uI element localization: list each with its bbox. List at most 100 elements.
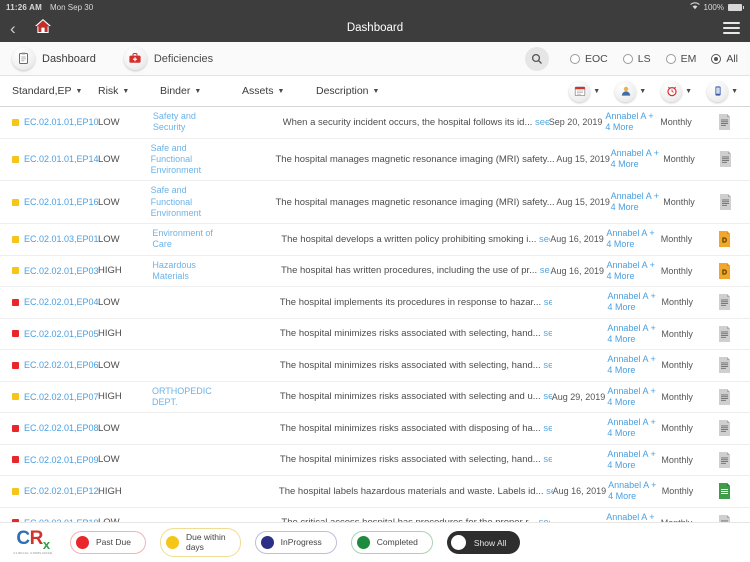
standard-ep-link[interactable]: EC.02.02.01,EP05 bbox=[24, 329, 99, 339]
show-all-toggle[interactable]: Show All bbox=[446, 531, 521, 554]
calendar-tool[interactable]: ▼ bbox=[569, 80, 600, 102]
standard-ep-link[interactable]: EC.02.02.01,EP19 bbox=[24, 518, 99, 522]
cell-document[interactable] bbox=[713, 147, 738, 171]
see-more-link[interactable]: see more bbox=[539, 517, 550, 522]
standard-ep-link[interactable]: EC.02.02.01,EP07 bbox=[24, 392, 99, 402]
cell-standard-ep[interactable]: EC.02.02.01,EP12 bbox=[12, 482, 99, 500]
tab-dashboard[interactable]: Dashboard bbox=[12, 47, 96, 70]
person-tool[interactable]: ▼ bbox=[615, 80, 646, 102]
legend-completed[interactable]: Completed bbox=[350, 531, 433, 554]
cell-document[interactable] bbox=[712, 322, 738, 346]
cell-assignees[interactable]: Annabel A + 4 More bbox=[608, 287, 662, 318]
cell-assignees[interactable]: Annabel A + 4 More bbox=[606, 224, 660, 255]
table-row[interactable]: EC.02.02.01,EP09 LOW The hospital minimize… bbox=[0, 445, 750, 476]
see-more-link[interactable]: see more bbox=[535, 117, 549, 128]
cell-document[interactable] bbox=[713, 190, 738, 214]
see-more-link[interactable]: see more bbox=[540, 265, 551, 276]
cell-binder[interactable] bbox=[152, 487, 224, 495]
alarm-tool[interactable]: ▼ bbox=[661, 80, 692, 102]
column-standard-ep[interactable]: Standard,EP ▼ bbox=[12, 85, 98, 97]
see-more-link[interactable]: see more bbox=[543, 454, 551, 465]
column-binder[interactable]: Binder ▼ bbox=[160, 85, 242, 97]
standard-ep-link[interactable]: EC.02.02.01,EP03 bbox=[24, 266, 99, 276]
cell-binder[interactable]: ORTHOPEDIC DEPT. bbox=[152, 382, 224, 413]
see-more-link[interactable]: see more bbox=[543, 423, 551, 434]
tab-deficiencies[interactable]: Deficiencies bbox=[123, 47, 213, 70]
table-row[interactable]: EC.02.02.01,EP04 LOW The hospital implemen… bbox=[0, 287, 750, 319]
column-description[interactable]: Description ▼ bbox=[316, 85, 436, 97]
cell-document[interactable] bbox=[711, 110, 738, 134]
standard-ep-link[interactable]: EC.02.01.01,EP14 bbox=[24, 154, 99, 164]
cell-assignees[interactable]: Annabel A + 4 More bbox=[611, 144, 664, 175]
back-button[interactable]: ‹ bbox=[10, 20, 24, 37]
cell-assignees[interactable]: Annabel A + 4 More bbox=[607, 256, 661, 287]
radio-ls[interactable]: LS bbox=[622, 53, 651, 65]
cell-binder[interactable]: Safe and Functional Environment bbox=[151, 139, 222, 181]
cell-binder[interactable] bbox=[152, 361, 224, 369]
home-icon[interactable] bbox=[34, 18, 52, 39]
standard-ep-link[interactable]: EC.02.01.01,EP16 bbox=[24, 197, 99, 207]
see-more-link[interactable]: see more bbox=[544, 297, 552, 308]
legend-in-progress[interactable]: InProgress bbox=[254, 531, 337, 554]
legend-due-within[interactable]: Due within days bbox=[159, 528, 241, 557]
cell-document[interactable] bbox=[712, 416, 738, 440]
cell-binder[interactable] bbox=[152, 298, 224, 306]
device-tool[interactable]: ▼ bbox=[707, 80, 738, 102]
cell-document[interactable] bbox=[712, 353, 738, 377]
search-icon[interactable] bbox=[524, 46, 549, 71]
cell-standard-ep[interactable]: EC.02.02.01,EP07 bbox=[12, 388, 99, 406]
table-row[interactable]: EC.02.02.01,EP03 HIGH Hazardous Materials T… bbox=[0, 256, 750, 287]
standard-ep-link[interactable]: EC.02.02.01,EP04 bbox=[24, 297, 99, 307]
standard-ep-link[interactable]: EC.02.02.01,EP12 bbox=[24, 486, 99, 496]
cell-document[interactable] bbox=[712, 448, 738, 472]
cell-assignees[interactable]: Annabel A + 4 More bbox=[607, 445, 661, 476]
cell-document[interactable] bbox=[712, 511, 738, 522]
cell-binder[interactable]: Environment of Care bbox=[152, 224, 225, 255]
table-row[interactable]: EC.02.02.01,EP05 HIGH The hospital minimiz… bbox=[0, 319, 750, 350]
cell-document[interactable] bbox=[712, 290, 738, 314]
table-row[interactable]: EC.02.01.03,EP01 LOW Environment of Care Th… bbox=[0, 224, 750, 256]
cell-standard-ep[interactable]: EC.02.01.01,EP10 bbox=[12, 113, 99, 131]
column-assets[interactable]: Assets ▼ bbox=[242, 85, 316, 97]
cell-binder[interactable]: Hazardous Materials bbox=[152, 256, 225, 287]
cell-standard-ep[interactable]: EC.02.02.01,EP05 bbox=[12, 325, 99, 343]
table-row[interactable]: EC.02.02.01,EP19LOW The critical access h… bbox=[0, 508, 750, 523]
cell-binder[interactable] bbox=[152, 519, 225, 522]
radio-all[interactable]: All bbox=[711, 53, 738, 65]
cell-assignees[interactable]: Annabel A + 4 More bbox=[606, 508, 660, 523]
table-row[interactable]: EC.02.01.01,EP10 LOW Safety and Security Wh… bbox=[0, 107, 750, 139]
see-more-link[interactable]: see more bbox=[543, 391, 551, 402]
cell-standard-ep[interactable]: EC.02.02.01,EP08 bbox=[12, 419, 99, 437]
see-more-link[interactable]: see more bbox=[543, 328, 551, 339]
cell-document[interactable] bbox=[712, 479, 738, 503]
table-row[interactable]: EC.02.01.01,EP14 LOW Safe and Functional E… bbox=[0, 139, 750, 182]
table-row[interactable]: EC.02.02.01,EP06 LOW The hospital minimize… bbox=[0, 350, 750, 382]
cell-standard-ep[interactable]: EC.02.02.01,EP09 bbox=[12, 451, 99, 469]
see-more-link[interactable]: see more bbox=[543, 360, 551, 371]
cell-binder[interactable]: Safe and Functional Environment bbox=[151, 181, 222, 223]
standard-ep-link[interactable]: EC.02.02.01,EP08 bbox=[24, 423, 99, 433]
cell-binder[interactable] bbox=[152, 424, 224, 432]
column-risk[interactable]: Risk ▼ bbox=[98, 85, 160, 97]
cell-assignees[interactable]: Annabel A + 4 More bbox=[607, 319, 661, 350]
cell-standard-ep[interactable]: EC.02.02.01,EP04 bbox=[12, 293, 99, 311]
cell-assignees[interactable]: Annabel A + 4 More bbox=[607, 382, 661, 413]
cell-assignees[interactable]: Annabel A + 4 More bbox=[605, 107, 660, 138]
cell-binder[interactable] bbox=[152, 330, 224, 338]
radio-eoc[interactable]: EOC bbox=[569, 53, 608, 65]
cell-assignees[interactable]: Annabel A + 4 More bbox=[607, 413, 661, 444]
cell-standard-ep[interactable]: EC.02.01.03,EP01 bbox=[12, 230, 99, 248]
see-more-link[interactable]: see more bbox=[539, 234, 550, 245]
deficiency-table[interactable]: EC.02.01.01,EP10 LOW Safety and Security Wh… bbox=[0, 107, 750, 522]
cell-assignees[interactable]: Annabel A + 4 More bbox=[608, 476, 662, 507]
cell-document[interactable]: D bbox=[712, 227, 738, 251]
cell-assignees[interactable]: Annabel A + 4 More bbox=[611, 187, 664, 218]
cell-assignees[interactable]: Annabel A + 4 More bbox=[607, 350, 661, 381]
table-row[interactable]: EC.02.02.01,EP12 HIGH The hospital labels … bbox=[0, 476, 750, 508]
radio-em[interactable]: EM bbox=[665, 53, 696, 65]
standard-ep-link[interactable]: EC.02.01.03,EP01 bbox=[24, 234, 99, 244]
cell-document[interactable]: D bbox=[712, 259, 738, 283]
standard-ep-link[interactable]: EC.02.01.01,EP10 bbox=[24, 117, 99, 127]
cell-standard-ep[interactable]: EC.02.01.01,EP14 bbox=[12, 150, 99, 168]
table-row[interactable]: EC.02.01.01,EP16 LOW Safe and Functional E… bbox=[0, 181, 750, 224]
